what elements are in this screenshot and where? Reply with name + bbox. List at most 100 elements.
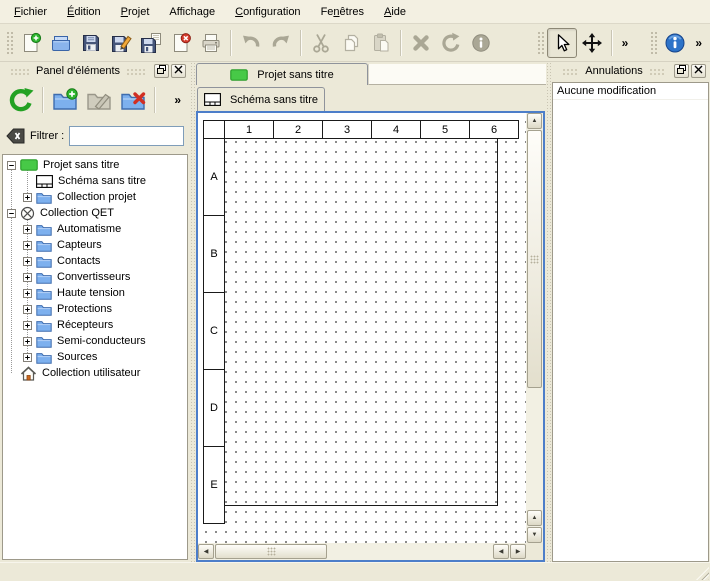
expander-plus-icon[interactable] [23, 289, 32, 298]
folder-icon [36, 271, 52, 284]
close-file-button[interactable] [166, 28, 196, 58]
menu-projet[interactable]: Projet [112, 3, 159, 21]
tree-item-contacts[interactable]: Contacts [3, 253, 187, 269]
toolbar-overflow-button[interactable]: » [617, 36, 634, 50]
element-tree[interactable]: Projet sans titreSchéma sans titreCollec… [2, 154, 188, 560]
expander-plus-icon[interactable] [23, 193, 32, 202]
left-arrow-icon: ◀ [204, 549, 209, 555]
horizontal-scroll-thumb[interactable] [215, 544, 327, 559]
reload-collections-button[interactable] [4, 83, 38, 117]
new-file-icon [20, 32, 42, 54]
menu-fenetres[interactable]: Fenêtres [312, 3, 373, 21]
tree-item-recepteurs[interactable]: Récepteurs [3, 317, 187, 333]
tree-item-automatisme[interactable]: Automatisme [3, 221, 187, 237]
expander-plus-icon[interactable] [23, 321, 32, 330]
tree-item-projet-sans-titre[interactable]: Projet sans titre [3, 157, 187, 173]
tree-item-collection-qet[interactable]: Collection QET [3, 205, 187, 221]
tree-item-label: Automatisme [57, 223, 121, 235]
element-info-button[interactable] [466, 28, 496, 58]
vertical-scroll-thumb[interactable] [527, 130, 542, 388]
float-panel-button[interactable] [154, 64, 169, 78]
expander-plus-icon[interactable] [23, 257, 32, 266]
paste-button[interactable] [366, 28, 396, 58]
menu-edition[interactable]: Édition [58, 3, 110, 21]
edit-category-button[interactable] [82, 83, 116, 117]
expander-plus-icon[interactable] [23, 353, 32, 362]
select-tool-button[interactable] [547, 28, 577, 58]
new-category-button[interactable] [48, 83, 82, 117]
tree-item-schema-sans-titre[interactable]: Schéma sans titre [3, 173, 187, 189]
close-panel-button[interactable] [691, 64, 706, 78]
open-file-button[interactable] [46, 28, 76, 58]
menu-fichier[interactable]: Fichier [5, 3, 56, 21]
cut-button[interactable] [306, 28, 336, 58]
expander-minus-icon[interactable] [7, 161, 16, 170]
scroll-up-button[interactable]: ▲ [527, 113, 542, 129]
float-panel-button[interactable] [674, 64, 689, 78]
save-button[interactable] [76, 28, 106, 58]
menu-configuration[interactable]: Configuration [226, 3, 309, 21]
delete-button[interactable] [406, 28, 436, 58]
filter-input[interactable] [69, 126, 184, 146]
save-as-button[interactable] [106, 28, 136, 58]
save-all-button[interactable] [136, 28, 166, 58]
copy-button[interactable] [336, 28, 366, 58]
print-button[interactable] [196, 28, 226, 58]
tree-item-convertisseurs[interactable]: Convertisseurs [3, 269, 187, 285]
undo-icon [240, 32, 262, 54]
toolbar-handle[interactable] [6, 30, 13, 56]
redo-button[interactable] [266, 28, 296, 58]
scroll-down-button[interactable]: ▼ [527, 527, 542, 543]
scroll-up-button-2[interactable]: ▲ [527, 510, 542, 526]
diagram-info-button[interactable] [660, 28, 690, 58]
expander-plus-icon[interactable] [23, 305, 32, 314]
undo-button[interactable] [236, 28, 266, 58]
filter-label: Filtrer : [30, 130, 64, 142]
print-icon [200, 32, 222, 54]
tree-item-capteurs[interactable]: Capteurs [3, 237, 187, 253]
undo-list-item[interactable]: Aucune modification [553, 83, 708, 100]
expander-plus-icon[interactable] [23, 241, 32, 250]
expander-minus-icon[interactable] [7, 209, 16, 218]
menu-aide[interactable]: Aide [375, 3, 415, 21]
tab-project[interactable]: Projet sans titre [196, 63, 368, 85]
expander-plus-icon[interactable] [23, 337, 32, 346]
clear-filter-button[interactable] [6, 128, 25, 144]
toolbar-handle[interactable] [650, 30, 657, 56]
qelectrotech-window: FichierÉditionProjetAffichageConfigurati… [0, 0, 710, 581]
reload-icon [8, 87, 34, 113]
scroll-right-button[interactable]: ▶ [510, 544, 526, 559]
rotate-button[interactable] [436, 28, 466, 58]
scrollbar-corner [526, 543, 543, 560]
tree-item-protections[interactable]: Protections [3, 301, 187, 317]
toolbar-overflow-button[interactable]: » [690, 36, 707, 50]
folder-icon [36, 223, 52, 236]
scroll-left-button-2[interactable]: ◀ [493, 544, 509, 559]
move-tool-button[interactable] [577, 28, 607, 58]
new-file-button[interactable] [16, 28, 46, 58]
tree-item-collection-utilisateur[interactable]: Collection utilisateur [3, 365, 187, 381]
menu-affichage[interactable]: Affichage [160, 3, 224, 21]
delete-category-button[interactable] [116, 83, 150, 117]
schema-icon [204, 93, 221, 106]
save-icon [80, 32, 102, 54]
tree-item-collection-projet[interactable]: Collection projet [3, 189, 187, 205]
horizontal-scrollbar[interactable]: ◀ ◀ ▶ [198, 543, 526, 560]
toolbar-handle[interactable] [537, 30, 544, 56]
resize-grip[interactable] [696, 567, 709, 580]
folder-icon [36, 255, 52, 268]
project-tabbar: Projet sans titre [196, 62, 546, 85]
schema-canvas[interactable]: 123456ABCDE [198, 113, 526, 543]
scroll-left-button[interactable]: ◀ [198, 544, 214, 559]
tree-item-sources[interactable]: Sources [3, 349, 187, 365]
vertical-scrollbar[interactable]: ▲ ▲ ▼ [526, 113, 543, 543]
undo-list[interactable]: Aucune modification [552, 82, 709, 562]
float-icon [677, 65, 686, 77]
tree-item-haute-tension[interactable]: Haute tension [3, 285, 187, 301]
toolbar-overflow-button[interactable]: » [169, 93, 186, 107]
expander-plus-icon[interactable] [23, 273, 32, 282]
tree-item-semi-conducteurs[interactable]: Semi-conducteurs [3, 333, 187, 349]
close-panel-button[interactable] [171, 64, 186, 78]
expander-plus-icon[interactable] [23, 225, 32, 234]
tab-schema[interactable]: Schéma sans titre [197, 87, 325, 111]
